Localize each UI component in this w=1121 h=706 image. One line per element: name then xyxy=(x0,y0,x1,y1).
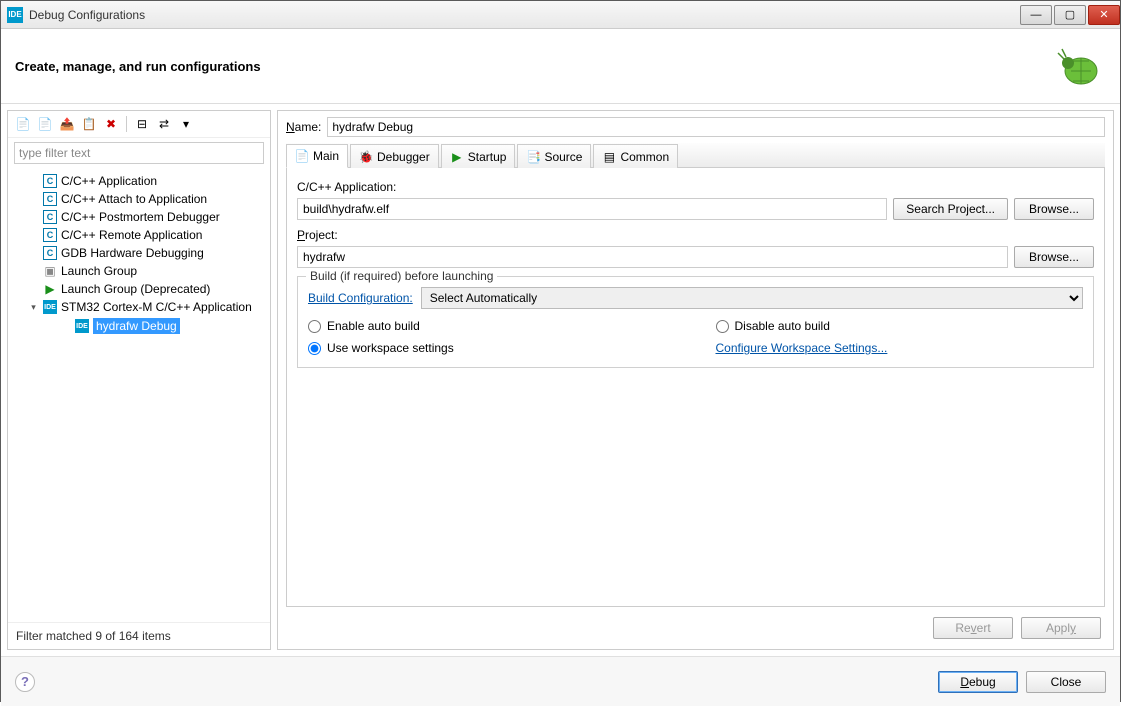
tree-item[interactable]: C C/C++ Postmortem Debugger xyxy=(10,208,268,226)
expander-icon[interactable]: ▾ xyxy=(28,302,39,313)
tree-item[interactable]: ▾ IDE STM32 Cortex-M C/C++ Application xyxy=(10,298,268,316)
tree-item[interactable]: ▣ Launch Group xyxy=(10,262,268,280)
separator xyxy=(126,116,127,132)
tab-main[interactable]: 📄 Main xyxy=(286,144,348,168)
doc-icon: 📄 xyxy=(295,149,309,163)
left-toolbar: 📄 📄 📤 📋 ✖ ⊟ ⇄ ▾ xyxy=(8,111,270,138)
tree-item[interactable]: C C/C++ Attach to Application xyxy=(10,190,268,208)
common-icon: ▤ xyxy=(602,150,616,164)
tree-item-label: C/C++ Attach to Application xyxy=(61,192,207,206)
close-button[interactable]: Close xyxy=(1026,671,1106,693)
launch-group-icon: ▣ xyxy=(43,264,57,278)
build-config-select[interactable]: Select Automatically xyxy=(421,287,1083,309)
filter-input[interactable]: type filter text xyxy=(14,142,264,164)
radio-enable-auto-build[interactable]: Enable auto build xyxy=(308,319,676,333)
tree-item-label: C/C++ Application xyxy=(61,174,157,188)
configure-workspace-link[interactable]: Configure Workspace Settings... xyxy=(716,341,1084,355)
new-config-icon[interactable]: 📄 xyxy=(14,115,32,133)
tree-item-label: GDB Hardware Debugging xyxy=(61,246,204,260)
app-label: C/C++ Application: xyxy=(297,180,1094,194)
dialog-header: Create, manage, and run configurations xyxy=(1,29,1120,104)
config-tree[interactable]: C C/C++ Application C C/C++ Attach to Appli… xyxy=(8,168,270,622)
tab-label: Debugger xyxy=(377,150,430,164)
debug-button[interactable]: Debug xyxy=(938,671,1018,693)
project-input[interactable] xyxy=(297,246,1008,268)
filter-icon[interactable]: ⇄ xyxy=(155,115,173,133)
name-label: Name: xyxy=(286,120,321,134)
tree-item[interactable]: IDE hydrafw Debug xyxy=(10,316,268,336)
apply-button[interactable]: Apply xyxy=(1021,617,1101,639)
launch-icon: ▶ xyxy=(43,282,57,296)
project-label: Project: xyxy=(297,228,1094,242)
ide-icon: IDE xyxy=(75,319,89,333)
tree-item-label: hydrafw Debug xyxy=(93,318,180,334)
browse-project-button[interactable]: Browse... xyxy=(1014,246,1094,268)
bug-icon: 🐞 xyxy=(359,150,373,164)
c-icon: C xyxy=(43,246,57,260)
tree-item-label: STM32 Cortex-M C/C++ Application xyxy=(61,300,252,314)
help-icon[interactable]: ? xyxy=(15,672,35,692)
radio-disable-auto-build[interactable]: Disable auto build xyxy=(716,319,1084,333)
source-icon: 📑 xyxy=(526,150,540,164)
tab-startup[interactable]: ▶ Startup xyxy=(441,144,516,168)
tab-source[interactable]: 📑 Source xyxy=(517,144,591,168)
tab-label: Startup xyxy=(468,150,507,164)
ide-icon: IDE xyxy=(43,300,57,314)
tree-item-label: C/C++ Postmortem Debugger xyxy=(61,210,220,224)
tab-debugger[interactable]: 🐞 Debugger xyxy=(350,144,439,168)
build-group: Build (if required) before launching Bui… xyxy=(297,276,1094,368)
dialog-footer: ? Debug Close xyxy=(1,656,1120,706)
play-icon: ▶ xyxy=(450,150,464,164)
bug-icon xyxy=(1046,41,1106,91)
right-panel: Name: 📄 Main 🐞 Debugger ▶ Startup 📑 Source ▤ Comm… xyxy=(277,110,1114,650)
export-icon[interactable]: 📤 xyxy=(58,115,76,133)
browse-app-button[interactable]: Browse... xyxy=(1014,198,1094,220)
filter-menu-icon[interactable]: ▾ xyxy=(177,115,195,133)
titlebar: IDE Debug Configurations — ▢ ✕ xyxy=(1,1,1120,29)
app-input[interactable] xyxy=(297,198,887,220)
search-project-button[interactable]: Search Project... xyxy=(893,198,1008,220)
c-icon: C xyxy=(43,210,57,224)
duplicate-icon[interactable]: 📋 xyxy=(80,115,98,133)
c-icon: C xyxy=(43,192,57,206)
tree-item-label: C/C++ Remote Application xyxy=(61,228,202,242)
c-icon: C xyxy=(43,174,57,188)
close-window-button[interactable]: ✕ xyxy=(1088,5,1120,25)
left-panel: 📄 📄 📤 📋 ✖ ⊟ ⇄ ▾ type filter text C C/C++ … xyxy=(7,110,271,650)
filter-status: Filter matched 9 of 164 items xyxy=(8,622,270,649)
window-buttons: — ▢ ✕ xyxy=(1018,5,1120,25)
tree-item[interactable]: C C/C++ Application xyxy=(10,172,268,190)
tree-item[interactable]: ▶ Launch Group (Deprecated) xyxy=(10,280,268,298)
main-tab-body: C/C++ Application: Search Project... Bro… xyxy=(286,168,1105,607)
tab-common[interactable]: ▤ Common xyxy=(593,144,678,168)
tab-label: Common xyxy=(620,150,669,164)
tree-item[interactable]: C GDB Hardware Debugging xyxy=(10,244,268,262)
tab-label: Main xyxy=(313,149,339,163)
maximize-button[interactable]: ▢ xyxy=(1054,5,1086,25)
tree-item-label: Launch Group (Deprecated) xyxy=(61,282,210,296)
new-proto-icon[interactable]: 📄 xyxy=(36,115,54,133)
name-input[interactable] xyxy=(327,117,1105,137)
radio-use-workspace[interactable]: Use workspace settings xyxy=(308,341,676,355)
delete-icon[interactable]: ✖ xyxy=(102,115,120,133)
tree-item[interactable]: C C/C++ Remote Application xyxy=(10,226,268,244)
c-icon: C xyxy=(43,228,57,242)
build-config-link[interactable]: Build Configuration: xyxy=(308,291,413,305)
tab-label: Source xyxy=(544,150,582,164)
collapse-icon[interactable]: ⊟ xyxy=(133,115,151,133)
minimize-button[interactable]: — xyxy=(1020,5,1052,25)
tab-bar: 📄 Main 🐞 Debugger ▶ Startup 📑 Source ▤ Common xyxy=(286,143,1105,168)
revert-button[interactable]: Revert xyxy=(933,617,1013,639)
build-group-legend: Build (if required) before launching xyxy=(306,269,497,283)
header-title: Create, manage, and run configurations xyxy=(15,59,1046,74)
tree-item-label: Launch Group xyxy=(61,264,137,278)
ide-icon: IDE xyxy=(7,7,23,23)
window-title: Debug Configurations xyxy=(29,8,1018,22)
